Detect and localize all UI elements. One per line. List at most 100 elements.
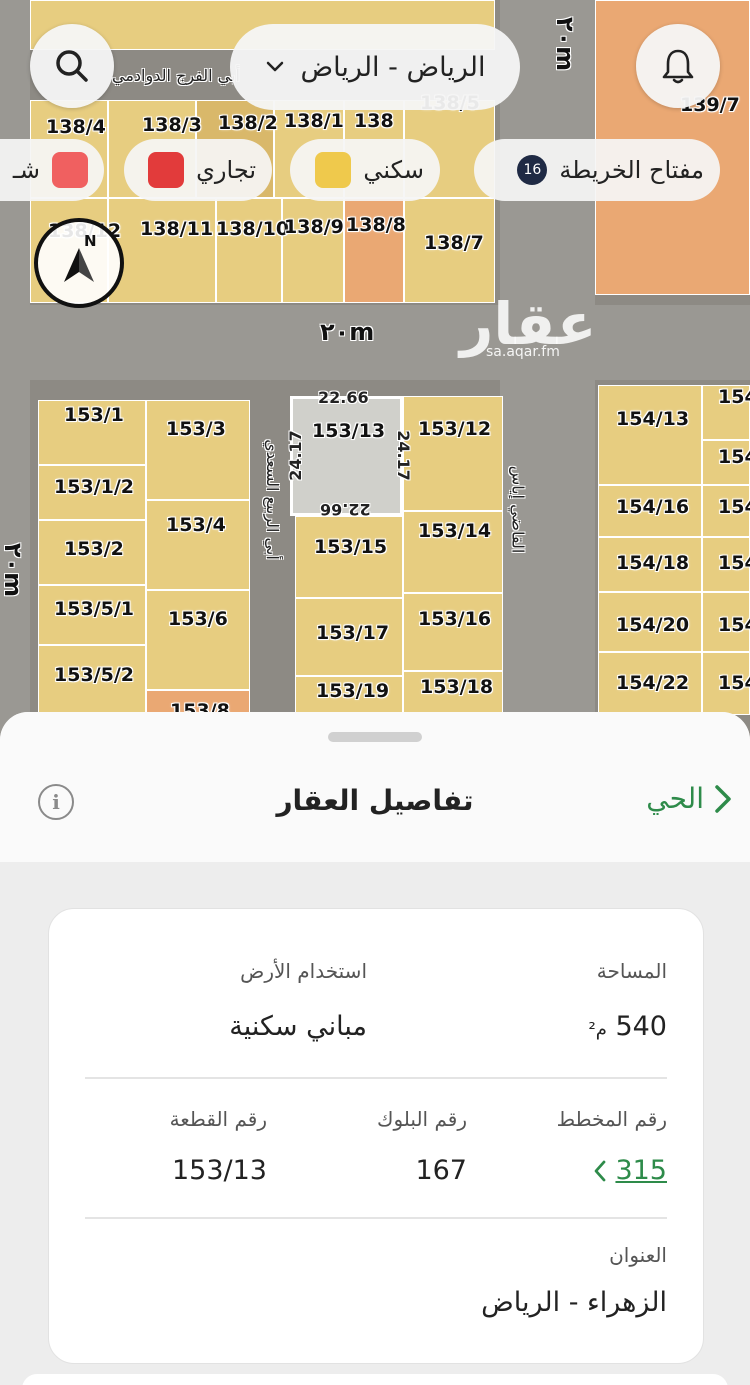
dimension-bottom: 22.66 [320, 500, 371, 519]
parcel-label: 153/1/2 [54, 476, 134, 498]
map-legend-button[interactable]: مفتاح الخريطة 16 [474, 139, 720, 201]
parcel[interactable] [216, 198, 282, 303]
city-selector-label: الرياض - الرياض [300, 51, 486, 83]
parcel-label: 138/1 [284, 110, 344, 132]
search-icon [56, 50, 88, 82]
parcel[interactable] [108, 198, 216, 303]
notifications-button[interactable] [636, 24, 720, 108]
parcel-label: 153/4 [166, 514, 226, 536]
road-vertical-middle [500, 0, 595, 740]
parcel-label: 153/5/2 [54, 664, 134, 686]
sheet-title: تفاصيل العقار [276, 784, 474, 817]
parcel-label: 138/10 [216, 218, 290, 240]
selected-parcel[interactable] [290, 396, 403, 516]
svg-text:N: N [84, 232, 97, 250]
parcel-label: 138/7 [424, 232, 484, 254]
parcel-label: 154 [718, 552, 750, 574]
bell-icon [662, 49, 694, 84]
aqar-watermark-url: sa.aqar.fm [486, 344, 560, 360]
block-number-value: 167 [415, 1155, 467, 1186]
dimension-right: 24.17 [393, 430, 413, 481]
area-label: المساحة [596, 959, 667, 983]
divider [85, 1217, 667, 1219]
parcel-label: 153/12 [418, 418, 492, 440]
parcel-label: 138/2 [218, 112, 278, 134]
parcel[interactable] [403, 396, 503, 511]
drag-handle[interactable] [328, 732, 422, 742]
land-use-label: استخدام الأرض [240, 959, 367, 983]
parcel-label: 138/4 [46, 116, 106, 138]
parcel-label: 153/5/1 [54, 598, 134, 620]
compass-button[interactable]: N [34, 218, 124, 308]
plan-number-label: رقم المخطط [556, 1107, 667, 1131]
parcel-label: 154/22 [616, 672, 690, 694]
legend-swatch-commercial [148, 152, 185, 188]
chevron-down-icon [266, 61, 283, 72]
legend-chip-commercial[interactable]: تجاري [124, 139, 272, 201]
parcel-label: 153/16 [418, 608, 492, 630]
parcel-label: 153/18 [420, 676, 494, 698]
parcel-label: 153/1 [64, 404, 124, 426]
street-name: أبي الربيع السعدي [262, 439, 282, 560]
address-label: العنوان [609, 1243, 667, 1267]
compass-icon: N [64, 232, 97, 282]
parcel-label: 154/16 [616, 496, 690, 518]
parcel[interactable] [282, 198, 344, 303]
chevron-right-icon [715, 784, 731, 813]
road-width-label: ٢٠m [0, 542, 28, 598]
legend-chip-other[interactable]: شـ [0, 139, 104, 201]
road-vertical-left [0, 0, 30, 740]
land-use-value: مباني سكنية [229, 1011, 367, 1042]
parcel[interactable] [146, 590, 250, 690]
parcel-label-selected: 153/13 [312, 420, 386, 442]
street-name: أبي الفرج الدوادمي [112, 66, 240, 85]
road-horizontal [0, 305, 750, 380]
area-unit: م² [588, 1019, 607, 1040]
neighborhood-back-button[interactable]: الحي [646, 782, 732, 815]
parcel-label: 138/8 [346, 214, 406, 236]
parcel-label: 153/2 [64, 538, 124, 560]
parcel-label: 154 [718, 614, 750, 636]
parcel[interactable] [598, 385, 702, 485]
parcel-label: 154/18 [616, 552, 690, 574]
search-button[interactable] [30, 24, 114, 108]
address-value: الزهراء - الرياض [481, 1287, 667, 1318]
parcel-label: 154/20 [616, 614, 690, 636]
parcel[interactable] [146, 400, 250, 500]
parcel-label: 138 [354, 110, 394, 132]
neighborhood-back-label: الحي [646, 782, 704, 815]
city-selector[interactable]: الرياض - الرياض [230, 24, 520, 110]
legend-swatch-residential [315, 152, 352, 188]
parcel-label: 153/17 [316, 622, 390, 644]
parcel-label: 154 [718, 496, 750, 518]
legend-label-commercial: تجاري [196, 156, 256, 184]
parcel-label: 153/15 [314, 536, 388, 558]
parcel-label: 153/14 [418, 520, 492, 542]
legend-label-residential: سكني [363, 156, 424, 184]
parcel[interactable] [403, 593, 503, 671]
map-view[interactable]: 138/4 138/3 138/2 138/1 138 138/5 138/12… [0, 0, 750, 740]
property-info-card: المساحة 540 م² استخدام الأرض مباني سكنية… [48, 908, 704, 1364]
property-details-sheet: i تفاصيل العقار الحي المساحة 540 م² استخ… [0, 712, 750, 1385]
dimension-left: 24.17 [285, 430, 305, 481]
map-legend-label: مفتاح الخريطة [559, 156, 704, 184]
parcel-label: 154/13 [616, 408, 690, 430]
road-width-label: ٢٠m [320, 318, 375, 346]
next-card-peek [22, 1374, 728, 1385]
block-number-label: رقم البلوك [376, 1107, 467, 1131]
parcel-label: 138/9 [284, 216, 344, 238]
legend-chip-residential[interactable]: سكني [290, 139, 440, 201]
parcel-number-value: 153/13 [172, 1155, 267, 1186]
area-number: 540 [615, 1011, 667, 1042]
plan-number-value[interactable]: 315 [615, 1155, 667, 1186]
parcel-label: 153/3 [166, 418, 226, 440]
legend-label-other: شـ [12, 156, 40, 184]
plan-number-link[interactable]: 315 [593, 1155, 667, 1186]
parcel-label: 153/6 [168, 608, 228, 630]
parcel-number-label: رقم القطعة [169, 1107, 267, 1131]
legend-count-badge: 16 [517, 155, 548, 185]
parcel-label: 138/11 [140, 218, 214, 240]
chevron-left-icon [595, 1160, 606, 1181]
street-name: القاضي إياس [508, 465, 528, 554]
legend-swatch-other [52, 152, 88, 188]
